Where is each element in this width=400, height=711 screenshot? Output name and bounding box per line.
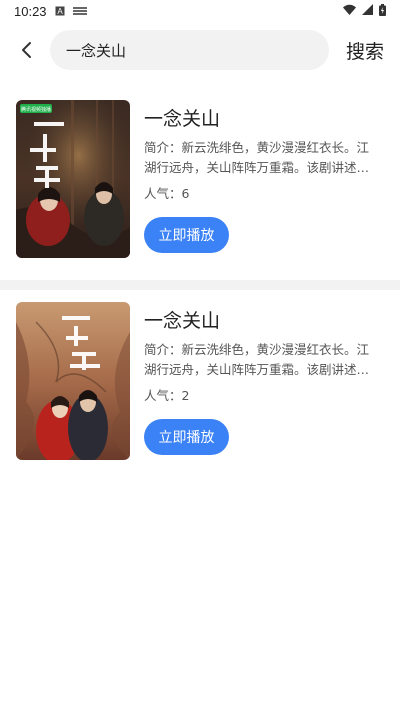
poster-badge: 腾讯视频独播 — [21, 106, 51, 113]
play-now-button[interactable]: 立即播放 — [144, 419, 229, 455]
search-input[interactable] — [66, 41, 306, 59]
status-time: 10:23 — [14, 3, 47, 19]
back-button[interactable] — [4, 28, 48, 72]
search-header: 搜索 — [0, 28, 400, 72]
search-box[interactable] — [50, 30, 329, 70]
poster-image[interactable] — [16, 302, 130, 460]
notification-icon — [72, 6, 87, 16]
divider — [0, 280, 400, 290]
search-button[interactable]: 搜索 — [346, 37, 384, 64]
status-bar: 10:23 A — [0, 0, 400, 22]
poster-image[interactable]: 腾讯视频独播 — [16, 100, 130, 258]
svg-text:A: A — [57, 7, 63, 16]
result-description: 简介：新云洗绯色，黄沙漫漫红衣长。江湖行远舟，关山阵阵万重霜。该剧讲述… — [144, 342, 370, 377]
back-arrow-icon — [22, 42, 31, 58]
battery-icon — [379, 3, 386, 19]
play-now-button[interactable]: 立即播放 — [144, 217, 229, 253]
popularity-count: 人气：2 — [144, 388, 190, 403]
result-title: 一念关山 — [144, 310, 221, 332]
popularity-count: 人气：6 — [144, 186, 190, 201]
result-description: 简介：新云洗绯色，黄沙漫漫红衣长。江湖行远舟，关山阵阵万重霜。该剧讲述… — [144, 140, 370, 175]
a-icon: A — [55, 6, 65, 16]
result-title: 一念关山 — [144, 108, 221, 130]
result-item[interactable]: 一念关山 简介：新云洗绯色，黄沙漫漫红衣长。江湖行远舟，关山阵阵万重霜。该剧讲述… — [0, 290, 400, 482]
result-item[interactable]: 腾讯视频独播 一念关山 简介：新云洗绯色，黄沙漫漫红衣长。江湖行远舟，关山阵阵万… — [0, 88, 400, 280]
wifi-icon — [343, 4, 356, 18]
signal-icon — [362, 4, 373, 18]
result-list: 腾讯视频独播 一念关山 简介：新云洗绯色，黄沙漫漫红衣长。江湖行远舟，关山阵阵万… — [0, 88, 400, 482]
